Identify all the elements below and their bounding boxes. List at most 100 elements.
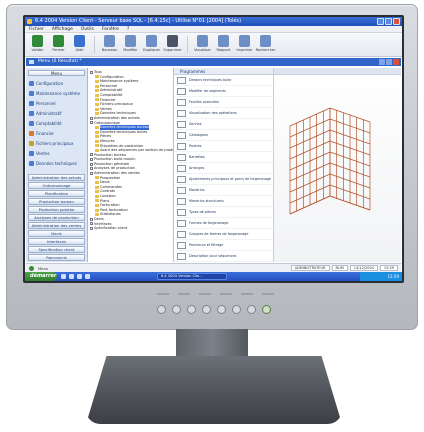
menu-item[interactable]: Outils: [81, 26, 94, 32]
nav-section-button[interactable]: Analyses de production: [28, 214, 85, 221]
monitor-buttons: [157, 301, 317, 317]
quick-launch-icon[interactable]: [69, 274, 74, 279]
program-list-item[interactable]: Description pour séquences: [174, 251, 273, 262]
toolbar-button-label: Valider: [31, 48, 44, 52]
quick-launch-icon[interactable]: [61, 274, 66, 279]
minimize-icon[interactable]: [379, 59, 385, 65]
nav-item-label: Ventes: [36, 150, 50, 156]
program-list-item[interactable]: Feuilles avancées: [174, 97, 273, 108]
quick-launch-icon[interactable]: [85, 274, 90, 279]
program-list-item[interactable]: Barrettes: [174, 152, 273, 163]
toolbar-button[interactable]: Rapport: [215, 35, 232, 54]
program-list-item-label: Mandrins: [189, 188, 205, 192]
program-list-item[interactable]: Catalogues: [174, 130, 273, 141]
program-list-item[interactable]: Poutres: [174, 141, 273, 152]
nav-section-button[interactable]: Administration des ventes: [28, 222, 85, 229]
nav-section-button[interactable]: Specification client: [28, 246, 85, 253]
folder-icon: [95, 135, 99, 139]
folder-icon: [95, 194, 99, 198]
nav-item[interactable]: Personnel: [26, 98, 87, 108]
nav-item[interactable]: Administratif: [26, 108, 87, 118]
close-folder-icon: [53, 35, 64, 47]
nav-item[interactable]: Fichiers principaux: [26, 138, 87, 148]
toolbar-button[interactable]: Nouveau: [101, 35, 118, 54]
minimize-icon[interactable]: [377, 18, 384, 25]
program-list-item[interactable]: Formes de forgeronage: [174, 218, 273, 229]
toolbar-button[interactable]: Rechercher: [256, 35, 275, 54]
monitor-button[interactable]: [217, 304, 226, 314]
maximize-icon[interactable]: [386, 59, 392, 65]
program-list-item[interactable]: Dessins techniques bulle: [174, 75, 273, 86]
taskbar-item[interactable]: 6.4 2004 Version Clie...: [157, 273, 227, 280]
monitor-button[interactable]: [172, 304, 181, 314]
toolbar-button[interactable]: Dupliquer: [143, 35, 160, 54]
nav-item-icon: [29, 90, 34, 96]
monitor-button[interactable]: [247, 304, 256, 314]
nav-item[interactable]: Comptabilité: [26, 118, 87, 128]
toolbar-button[interactable]: Aide: [71, 35, 88, 54]
program-list-item[interactable]: Service: [174, 119, 273, 130]
nav-section-button[interactable]: Raccourcis: [28, 254, 85, 261]
expand-icon: [90, 158, 93, 162]
preview-icon: [197, 35, 208, 47]
nav-item[interactable]: Données techniques: [26, 158, 87, 168]
screen: 6.4 2004 Version Client - Serveur base S…: [25, 17, 402, 281]
program-list-item[interactable]: Mandrins structurels: [174, 196, 273, 207]
program-list-item[interactable]: Groupes de formes de forgeronage: [174, 229, 273, 240]
nav-section-button[interactable]: Production pointee: [28, 206, 85, 213]
nav-section-button[interactable]: Ordonnancage: [28, 182, 85, 189]
close-icon[interactable]: [393, 18, 400, 25]
toolbar-button[interactable]: Visualiser: [194, 35, 211, 54]
program-list-item[interactable]: Modifier de segments: [174, 86, 273, 97]
toolbar-separator: [187, 36, 188, 53]
toolbar-button[interactable]: Imprimer: [236, 35, 253, 54]
nav-section-button[interactable]: Production bureau: [28, 198, 85, 205]
tree-node[interactable]: Spécification client: [88, 226, 173, 231]
folder-icon: [95, 75, 99, 79]
monitor-menu-button[interactable]: [157, 304, 166, 314]
menu-item[interactable]: ?: [127, 26, 129, 32]
program-list-item[interactable]: Arranges: [174, 163, 273, 174]
status-cell: 14/12/2004: [349, 265, 378, 271]
nav-section-button[interactable]: Devis: [28, 230, 85, 237]
monitor-button[interactable]: [187, 304, 196, 314]
monitor-button[interactable]: [202, 304, 211, 314]
start-button[interactable]: démarrer: [25, 272, 57, 281]
nav-item[interactable]: Ventes: [26, 148, 87, 158]
monitor-button[interactable]: [232, 304, 241, 314]
new-document-icon: [104, 35, 115, 47]
program-list-item[interactable]: Types de pièces: [174, 207, 273, 218]
nav-item-label: Personnel: [36, 100, 56, 106]
toolbar-button[interactable]: Supprimer: [163, 35, 182, 54]
nav-item[interactable]: Financier: [26, 128, 87, 138]
toolbar-button[interactable]: Fermer: [50, 35, 67, 54]
toolbar-button-label: Nouveau: [101, 48, 118, 52]
toolbar-button-label: Modifier: [123, 48, 138, 52]
nav-item[interactable]: Configuration: [26, 78, 87, 88]
toolbar-button[interactable]: Valider: [29, 35, 46, 54]
menu-item[interactable]: Affichage: [52, 26, 73, 32]
status-cell: NUM: [331, 265, 348, 271]
nav-item-label: Données techniques: [36, 160, 77, 166]
quick-launch-icon[interactable]: [77, 274, 82, 279]
program-list-item[interactable]: Visualisation des opérations: [174, 108, 273, 119]
program-list-item[interactable]: Ajustements principaux et parcs de forge…: [174, 174, 273, 185]
folder-icon: [95, 139, 99, 143]
folder-icon: [95, 176, 99, 180]
close-icon[interactable]: [393, 59, 399, 65]
nav-section-button[interactable]: Administration des achats: [28, 174, 85, 181]
toolbar-button[interactable]: Modifier: [122, 35, 139, 54]
maximize-icon[interactable]: [385, 18, 392, 25]
status-cells: ADMINISTRATEUR NUM 14/12/2004 15:59: [290, 265, 398, 271]
menu-item[interactable]: Fenêtre: [102, 26, 119, 32]
taskbar: démarrer 6.4 2004 Version Clie... 15:59: [25, 272, 402, 281]
power-button[interactable]: [262, 304, 271, 314]
nav-item[interactable]: Maintenance système: [26, 88, 87, 98]
program-list-item[interactable]: Mandrins: [174, 185, 273, 196]
nav-section-button[interactable]: Interfaces: [28, 238, 85, 245]
green-check-icon: [32, 35, 43, 47]
program-list-item[interactable]: Parcheurs et filtrage: [174, 240, 273, 251]
menu-item[interactable]: Fichier: [29, 26, 44, 32]
program-thumbnail-icon: [177, 186, 186, 194]
nav-section-button[interactable]: Planification: [28, 190, 85, 197]
